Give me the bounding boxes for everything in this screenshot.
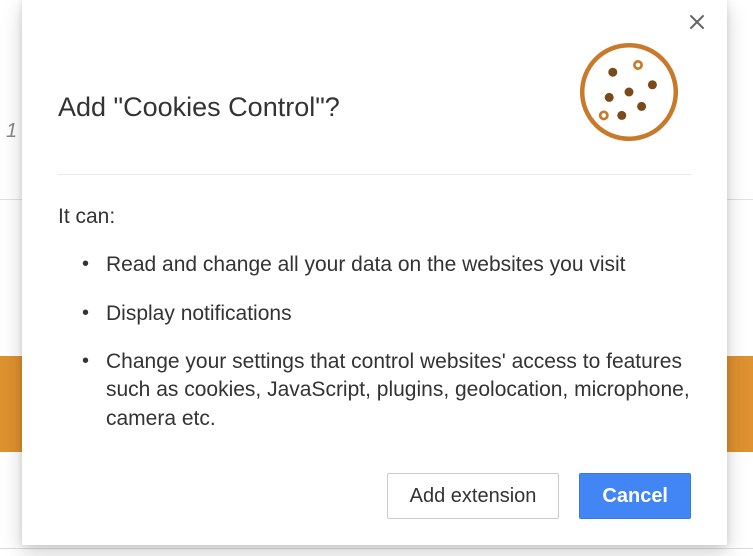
dialog-footer: Add extension Cancel bbox=[387, 473, 691, 519]
permissions-list: Read and change all your data on the web… bbox=[58, 251, 691, 433]
cancel-button[interactable]: Cancel bbox=[579, 473, 691, 519]
background-divider bbox=[0, 548, 753, 549]
dialog-header: Add "Cookies Control"? bbox=[58, 0, 691, 175]
background-partial-heading: o bbox=[0, 32, 1, 97]
permission-item: Change your settings that control websit… bbox=[82, 348, 691, 433]
add-extension-button[interactable]: Add extension bbox=[387, 473, 560, 519]
cookie-icon bbox=[575, 38, 683, 146]
close-icon bbox=[689, 14, 705, 35]
close-button[interactable] bbox=[685, 12, 709, 36]
permissions-lead: It can: bbox=[58, 203, 691, 231]
dialog-title: Add "Cookies Control"? bbox=[58, 92, 340, 123]
extension-install-dialog: Add "Cookies Control"? It can: Read and … bbox=[22, 0, 727, 545]
dialog-body: It can: Read and change all your data on… bbox=[58, 175, 691, 433]
permission-item: Display notifications bbox=[82, 300, 691, 328]
background-number: 1 bbox=[6, 120, 17, 143]
permission-item: Read and change all your data on the web… bbox=[82, 251, 691, 279]
